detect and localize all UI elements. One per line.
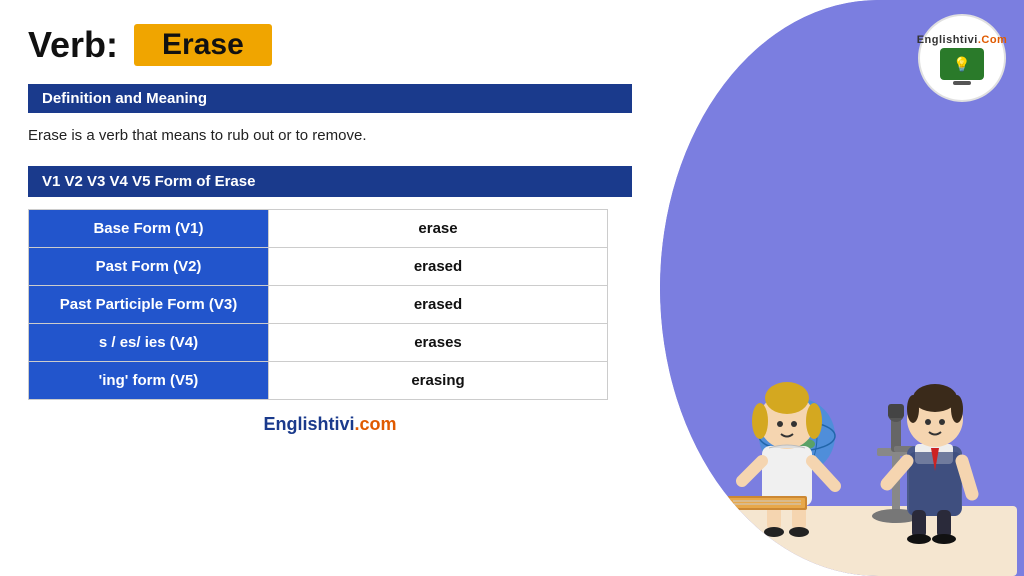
form-label: Base Form (V1) xyxy=(29,209,269,247)
logo: Englishtivi.Com 💡 xyxy=(918,14,1006,102)
form-value: erases xyxy=(269,323,608,361)
definition-header: Definition and Meaning xyxy=(28,84,632,113)
footer-text1: Englishtivi xyxy=(263,414,354,434)
form-value: erased xyxy=(269,247,608,285)
logo-bulb-icon: 💡 xyxy=(953,56,970,73)
form-label: Past Form (V2) xyxy=(29,247,269,285)
form-label: Past Participle Form (V3) xyxy=(29,285,269,323)
form-value: erase xyxy=(269,209,608,247)
verb-word: Erase xyxy=(134,24,272,66)
verb-title-row: Verb: Erase xyxy=(28,24,632,66)
form-value: erasing xyxy=(269,361,608,399)
table-row: 'ing' form (V5)erasing xyxy=(29,361,608,399)
definition-text: Erase is a verb that means to rub out or… xyxy=(28,125,632,148)
form-label: s / es/ ies (V4) xyxy=(29,323,269,361)
table-row: Past Form (V2)erased xyxy=(29,247,608,285)
table-row: Base Form (V1)erase xyxy=(29,209,608,247)
verb-label: Verb: xyxy=(28,24,118,66)
footer: Englishtivi.com xyxy=(28,414,632,435)
v-forms-header: V1 V2 V3 V4 V5 Form of Erase xyxy=(28,166,632,197)
verb-forms-table: Base Form (V1)erasePast Form (V2)erasedP… xyxy=(28,209,608,400)
logo-text: Englishtivi.Com xyxy=(917,34,1008,46)
children-illustration xyxy=(670,116,1024,576)
form-label: 'ing' form (V5) xyxy=(29,361,269,399)
footer-text2: .com xyxy=(355,414,397,434)
right-panel: Englishtivi.Com 💡 xyxy=(660,0,1024,576)
logo-tv-icon: 💡 xyxy=(940,48,984,80)
table-row: s / es/ ies (V4)erases xyxy=(29,323,608,361)
children-svg xyxy=(677,126,1017,576)
left-panel: Verb: Erase Definition and Meaning Erase… xyxy=(0,0,660,576)
table-row: Past Participle Form (V3)erased xyxy=(29,285,608,323)
form-value: erased xyxy=(269,285,608,323)
